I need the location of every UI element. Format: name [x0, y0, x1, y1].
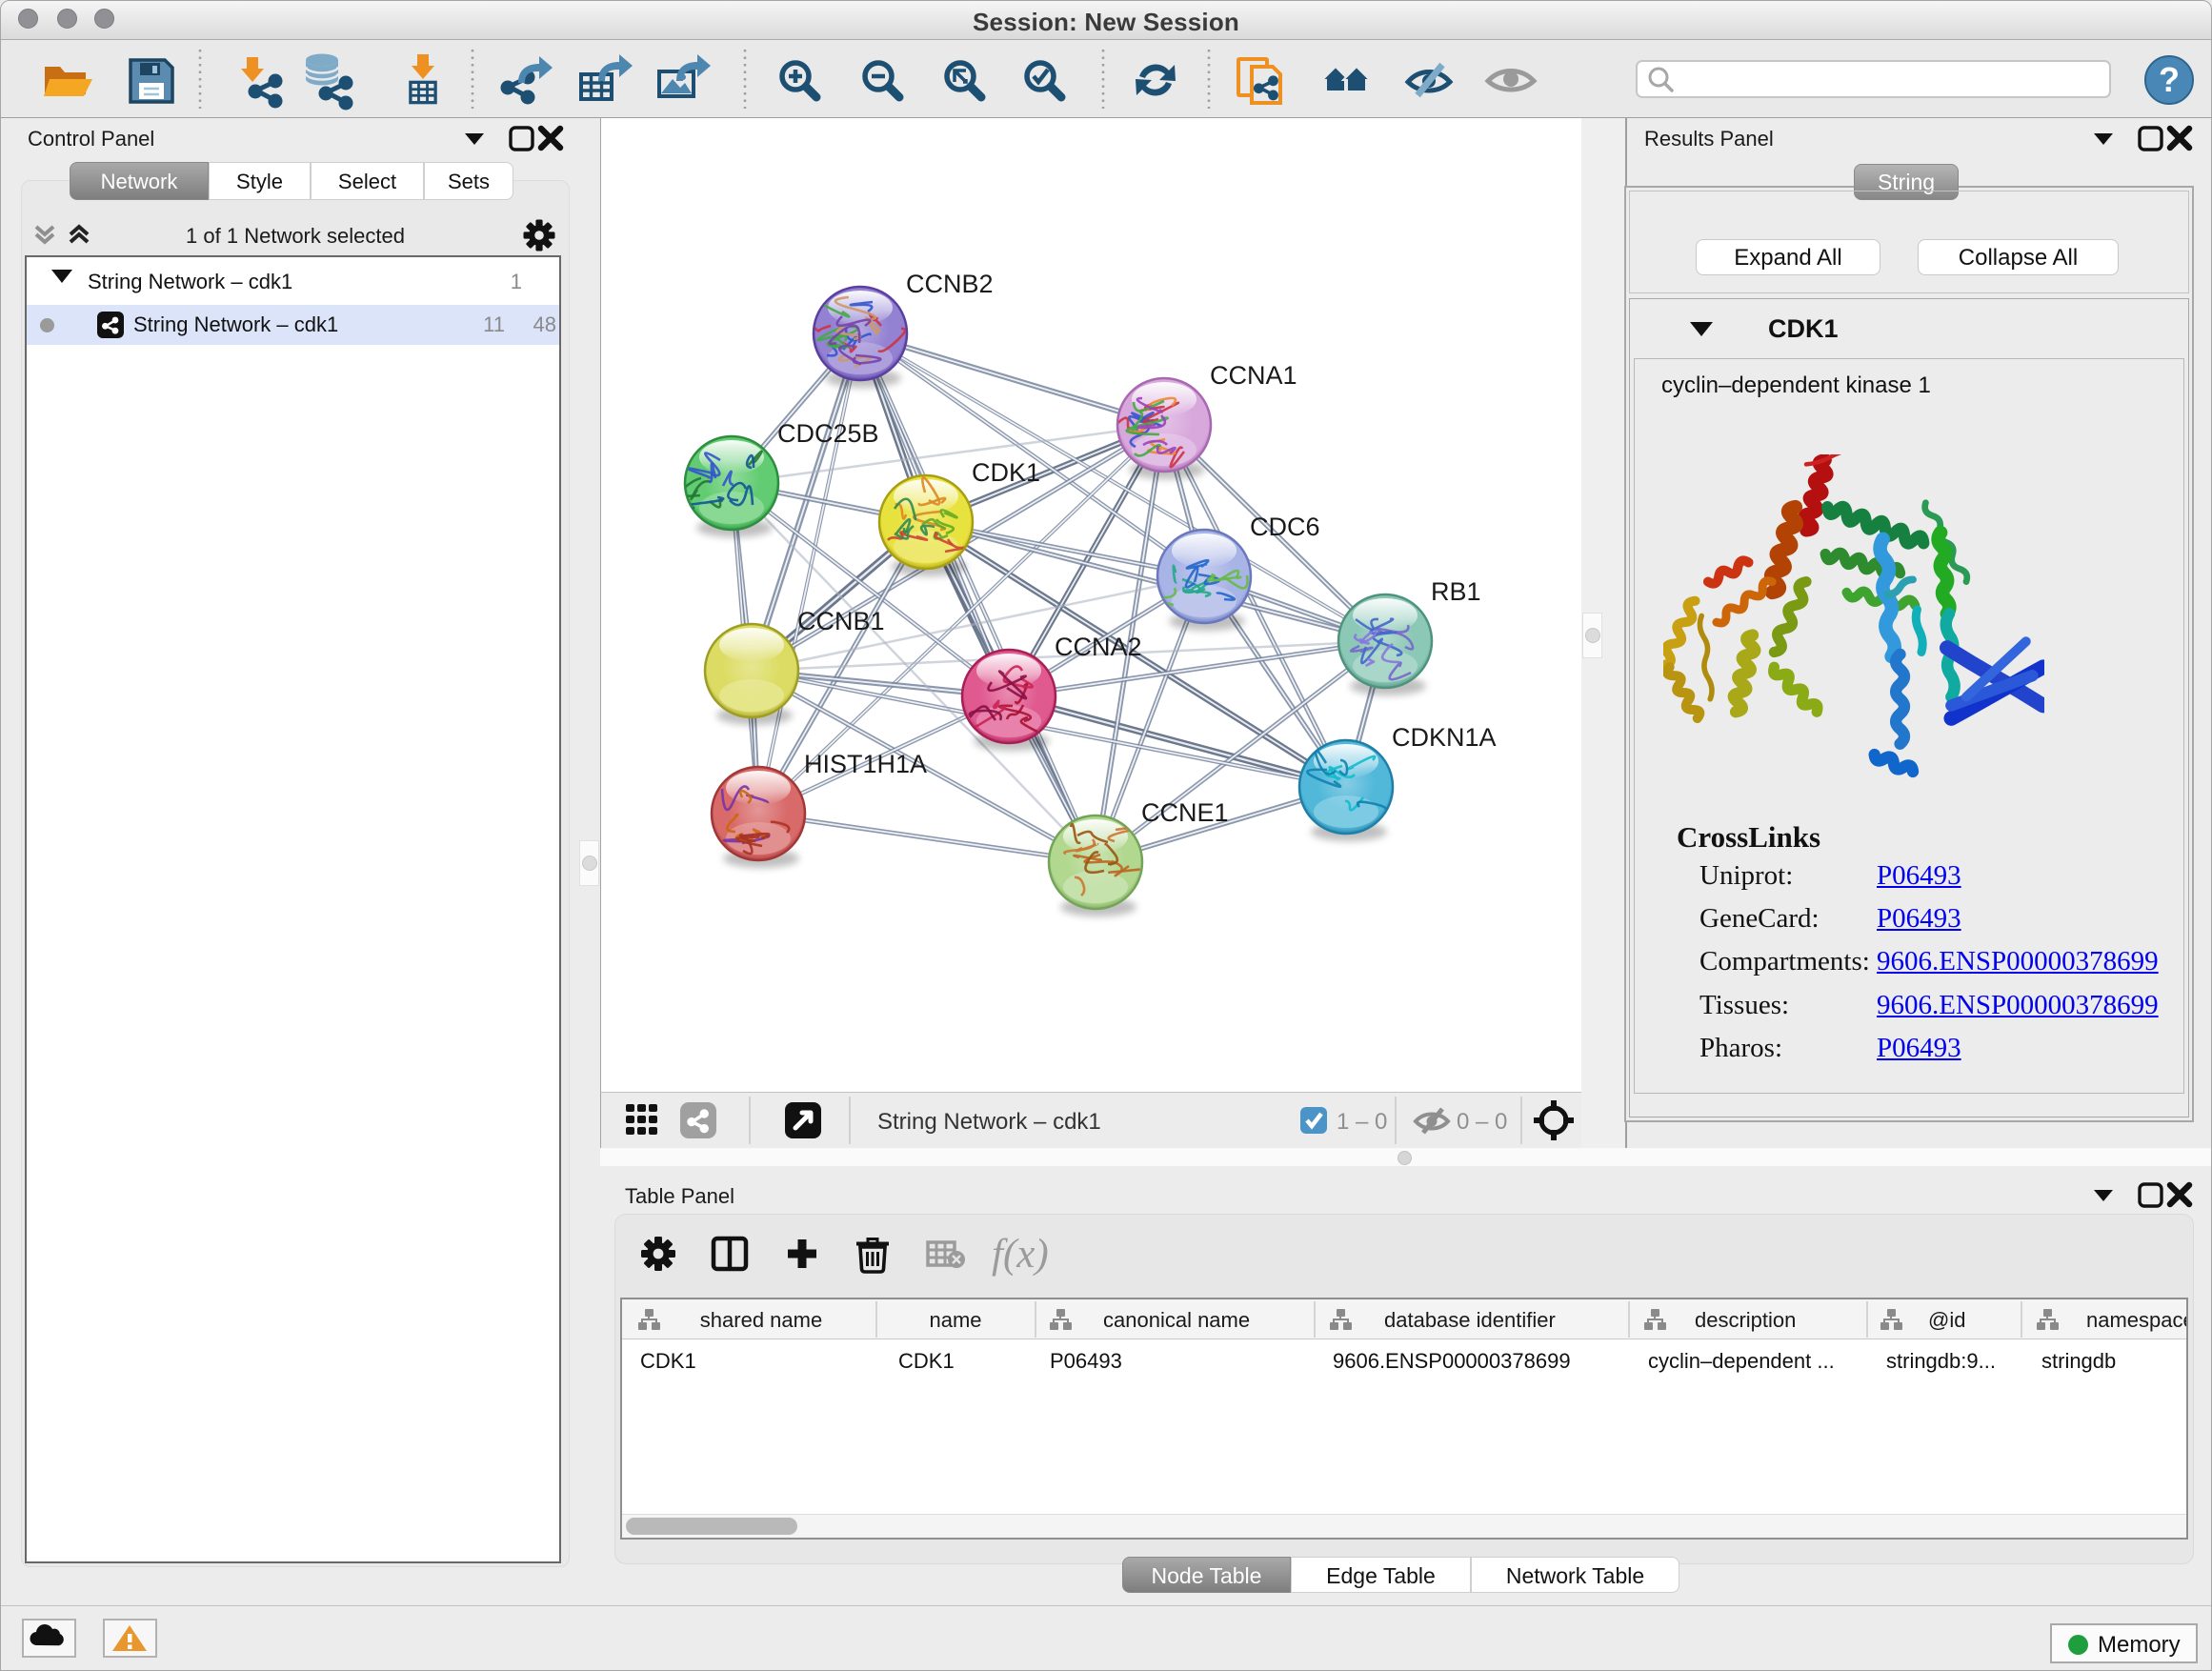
- svg-text:description: description: [1695, 1308, 1796, 1332]
- svg-text:RB1: RB1: [1431, 577, 1481, 606]
- svg-text:stringdb: stringdb: [2041, 1349, 2116, 1373]
- svg-text:CCNA1: CCNA1: [1210, 361, 1297, 390]
- svg-text:9606.ENSP00000378699: 9606.ENSP00000378699: [1333, 1349, 1571, 1373]
- svg-text:cyclin–dependent ...: cyclin–dependent ...: [1648, 1349, 1835, 1373]
- svg-text:stringdb:9...: stringdb:9...: [1886, 1349, 1996, 1373]
- svg-text:CDKN1A: CDKN1A: [1392, 723, 1497, 752]
- svg-text:String Network – cdk1: String Network – cdk1: [877, 1109, 1101, 1135]
- svg-text:HIST1H1A: HIST1H1A: [804, 750, 927, 778]
- svg-text:CCNB1: CCNB1: [797, 607, 885, 635]
- svg-text:0 – 0: 0 – 0: [1457, 1109, 1507, 1135]
- svg-text:CCNB2: CCNB2: [906, 270, 994, 298]
- svg-text:name: name: [929, 1308, 981, 1332]
- svg-text:f(x): f(x): [992, 1232, 1049, 1277]
- svg-text:1 – 0: 1 – 0: [1337, 1109, 1387, 1135]
- svg-text:@id: @id: [1928, 1308, 1965, 1332]
- svg-text:CDC25B: CDC25B: [777, 419, 879, 448]
- svg-text:CDK1: CDK1: [640, 1349, 696, 1373]
- svg-text:P06493: P06493: [1050, 1349, 1122, 1373]
- svg-text:?: ?: [2159, 60, 2180, 99]
- svg-text:namespace: namespace: [2086, 1308, 2186, 1332]
- svg-text:CCNA2: CCNA2: [1055, 633, 1142, 661]
- svg-text:CDK1: CDK1: [972, 458, 1040, 487]
- svg-text:canonical name: canonical name: [1103, 1308, 1250, 1332]
- svg-text:shared name: shared name: [700, 1308, 822, 1332]
- svg-text:database identifier: database identifier: [1384, 1308, 1556, 1332]
- svg-text:CDC6: CDC6: [1250, 513, 1320, 541]
- svg-text:CCNE1: CCNE1: [1141, 798, 1229, 827]
- svg-text:CDK1: CDK1: [898, 1349, 955, 1373]
